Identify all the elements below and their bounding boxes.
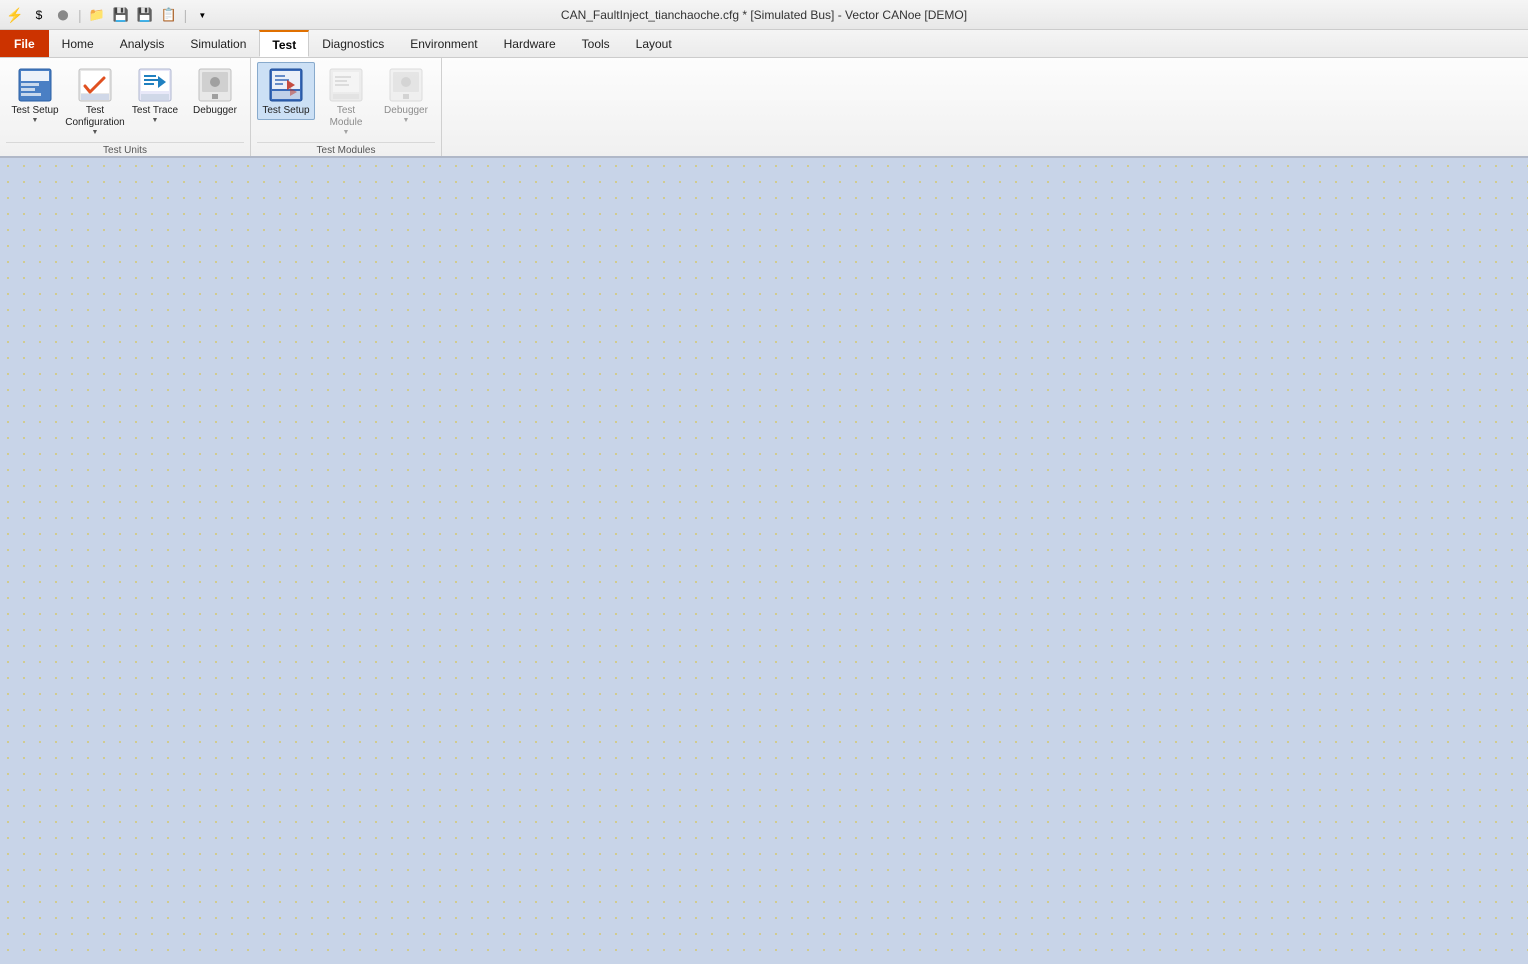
- menu-tools-label: Tools: [582, 37, 610, 51]
- menu-layout-label: Layout: [636, 37, 672, 51]
- ribbon-group-test-modules: Test Setup Test Module: [251, 58, 442, 156]
- menu-item-hardware[interactable]: Hardware: [491, 30, 569, 57]
- config-icon: 📋: [161, 7, 177, 23]
- lightning-icon: ⚡: [6, 7, 23, 24]
- test-trace-chevron: ▼: [152, 117, 159, 125]
- debugger-units-button[interactable]: Debugger: [186, 62, 244, 120]
- debugger-units-icon: [197, 67, 233, 103]
- menu-test-label: Test: [272, 38, 296, 52]
- menu-item-file[interactable]: File: [0, 30, 49, 57]
- debugger-modules-chevron: ▼: [403, 117, 410, 125]
- window-title: CAN_FaultInject_tianchaoche.cfg * [Simul…: [561, 8, 967, 22]
- test-setup-units-icon: [17, 67, 53, 103]
- menu-item-environment[interactable]: Environment: [397, 30, 490, 57]
- record-icon: ⬤: [57, 10, 68, 21]
- ribbon-group-items-test-modules: Test Setup Test Module: [257, 62, 435, 140]
- saveas-icon: 💾: [137, 7, 153, 23]
- menu-item-test[interactable]: Test: [259, 30, 309, 57]
- test-setup-modules-icon: [268, 67, 304, 103]
- dollar-icon: $: [36, 8, 43, 22]
- menu-item-simulation[interactable]: Simulation: [177, 30, 259, 57]
- debugger-modules-label: Debugger: [384, 105, 428, 117]
- test-configuration-icon: [77, 67, 113, 103]
- config-button[interactable]: 📋: [158, 4, 180, 26]
- test-module-chevron: ▼: [343, 129, 350, 137]
- start-button[interactable]: ⚡: [4, 4, 26, 26]
- test-configuration-button[interactable]: Test Configuration ▼: [66, 62, 124, 140]
- dropdown-icon: ▼: [198, 11, 206, 20]
- test-trace-label: Test Trace: [132, 105, 178, 117]
- menu-analysis-label: Analysis: [120, 37, 165, 51]
- menu-hardware-label: Hardware: [504, 37, 556, 51]
- test-configuration-label2: Configuration: [65, 117, 124, 129]
- folder-icon: 📁: [89, 7, 105, 23]
- debugger-modules-icon: [388, 67, 424, 103]
- test-module-icon: [328, 67, 364, 103]
- test-trace-button[interactable]: Test Trace ▼: [126, 62, 184, 128]
- ribbon: Test Setup ▼ Test Configuration: [0, 58, 1528, 158]
- test-setup-modules-label: Test Setup: [262, 105, 309, 117]
- menu-environment-label: Environment: [410, 37, 477, 51]
- menu-item-diagnostics[interactable]: Diagnostics: [309, 30, 397, 57]
- ribbon-group-test-units: Test Setup ▼ Test Configuration: [0, 58, 251, 156]
- menu-file-label: File: [14, 37, 35, 51]
- menubar: File Home Analysis Simulation Test Diagn…: [0, 30, 1528, 58]
- open-button[interactable]: 📁: [86, 4, 108, 26]
- test-setup-units-label: Test Setup: [11, 105, 58, 117]
- titlebar: ⚡ $ ⬤ | 📁 💾 💾 📋 | ▼ CAN_FaultInject_tian…: [0, 0, 1528, 30]
- menu-item-layout[interactable]: Layout: [623, 30, 685, 57]
- currency-button[interactable]: $: [28, 4, 50, 26]
- test-setup-units-chevron: ▼: [32, 117, 39, 125]
- menu-diagnostics-label: Diagnostics: [322, 37, 384, 51]
- menu-item-tools[interactable]: Tools: [569, 30, 623, 57]
- saveas-button[interactable]: 💾: [134, 4, 156, 26]
- test-module-label: Test Module: [320, 105, 372, 129]
- save-icon: 💾: [113, 7, 129, 23]
- menu-item-analysis[interactable]: Analysis: [107, 30, 178, 57]
- menu-home-label: Home: [62, 37, 94, 51]
- menu-item-home[interactable]: Home: [49, 30, 107, 57]
- test-trace-icon: [137, 67, 173, 103]
- test-configuration-chevron: ▼: [92, 129, 99, 137]
- menu-simulation-label: Simulation: [190, 37, 246, 51]
- record-button[interactable]: ⬤: [52, 4, 74, 26]
- test-configuration-label: Test: [86, 105, 104, 117]
- test-setup-modules-button[interactable]: Test Setup: [257, 62, 315, 120]
- debugger-units-label: Debugger: [193, 105, 237, 117]
- test-setup-units-button[interactable]: Test Setup ▼: [6, 62, 64, 128]
- ribbon-group-items-test-units: Test Setup ▼ Test Configuration: [6, 62, 244, 140]
- save-button[interactable]: 💾: [110, 4, 132, 26]
- debugger-modules-button[interactable]: Debugger ▼: [377, 62, 435, 128]
- main-canvas: [0, 158, 1528, 964]
- dropdown-button[interactable]: ▼: [191, 4, 213, 26]
- test-module-button[interactable]: Test Module ▼: [317, 62, 375, 140]
- quickaccess-toolbar: ⚡ $ ⬤ | 📁 💾 💾 📋 | ▼: [0, 0, 213, 30]
